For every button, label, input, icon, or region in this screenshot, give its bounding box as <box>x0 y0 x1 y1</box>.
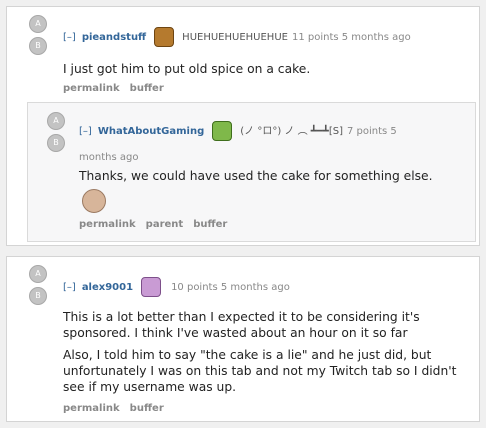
comment-text: Thanks, we could have used the cake for … <box>79 169 433 183</box>
upvote-button[interactable]: A <box>29 15 47 33</box>
score-time: 11 points 5 months ago <box>291 32 411 43</box>
downvote-button[interactable]: B <box>29 37 47 55</box>
downvote-button[interactable]: B <box>29 287 47 305</box>
collapse-toggle[interactable]: [–] <box>63 32 76 43</box>
upvote-button[interactable]: A <box>47 112 65 130</box>
permalink-button[interactable]: permalink <box>63 403 120 414</box>
author-link[interactable]: pieandstuff <box>82 32 146 43</box>
permalink-button[interactable]: permalink <box>79 219 136 230</box>
buffer-button[interactable]: buffer <box>130 403 164 414</box>
face-emote-icon <box>82 189 106 213</box>
comment-body: This is a lot better than I expected it … <box>63 309 473 401</box>
comment-tagline: [–] WhatAboutGaming (ノ °ロ°) ノ ︵ ┻━┻[S] 7 po… <box>79 121 397 141</box>
comment-buttons: permalink parent buffer <box>79 219 237 230</box>
downvote-button[interactable]: B <box>47 134 65 152</box>
collapse-toggle[interactable]: [–] <box>79 126 92 137</box>
comment-text: Also, I told him to say "the cake is a l… <box>63 348 457 394</box>
comment-text: This is a lot better than I expected it … <box>63 310 420 340</box>
score-time: 7 points 5 <box>346 126 397 137</box>
comment-text: I just got him to put old spice on a cak… <box>63 62 311 76</box>
comment-card: A B [–] alex9001 10 points 5 months ago Th… <box>6 256 480 422</box>
vote-controls: A B <box>29 15 47 59</box>
comment-buttons: permalink buffer <box>63 403 174 414</box>
user-flair: HUEHUEHUEHUEHUE <box>182 32 288 43</box>
flair-sprite-icon <box>154 27 175 47</box>
score-time-continued: months ago <box>79 152 139 163</box>
vote-controls: A B <box>29 265 47 309</box>
permalink-button[interactable]: permalink <box>63 83 120 94</box>
author-link[interactable]: WhatAboutGaming <box>98 126 204 137</box>
comment-tagline: [–] pieandstuff HUEHUEHUEHUEHUE 11 points 5… <box>63 27 411 47</box>
flair-sprite-icon <box>212 121 233 141</box>
vote-controls: A B <box>47 112 65 156</box>
comment-buttons: permalink buffer <box>63 83 174 94</box>
comment-tagline: [–] alex9001 10 points 5 months ago <box>63 277 290 297</box>
collapse-toggle[interactable]: [–] <box>63 282 76 293</box>
upvote-button[interactable]: A <box>29 265 47 283</box>
buffer-button[interactable]: buffer <box>193 219 227 230</box>
score-time: 10 points 5 months ago <box>171 282 290 293</box>
comment-card: A B [–] pieandstuff HUEHUEHUEHUEHUE 11 poin… <box>6 6 480 246</box>
author-link[interactable]: alex9001 <box>82 282 133 293</box>
flair-sprite-icon <box>141 277 162 297</box>
user-flair: (ノ °ロ°) ノ ︵ ┻━┻[S] <box>240 126 343 137</box>
buffer-button[interactable]: buffer <box>130 83 164 94</box>
comment-body: Thanks, we could have used the cake for … <box>79 168 469 190</box>
parent-button[interactable]: parent <box>146 219 184 230</box>
comment-body: I just got him to put old spice on a cak… <box>63 61 463 83</box>
nested-reply: A B [–] WhatAboutGaming (ノ °ロ°) ノ ︵ ┻━┻[S]… <box>27 102 476 242</box>
